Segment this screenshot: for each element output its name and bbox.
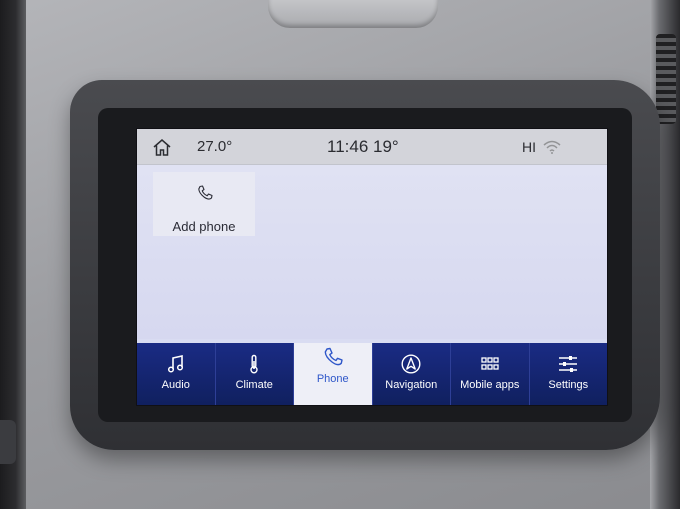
left-control-knob — [0, 420, 16, 464]
phone-content-area: Add phone — [137, 165, 607, 339]
nav-item-climate[interactable]: Climate — [216, 343, 294, 405]
add-phone-button[interactable]: Add phone — [153, 172, 255, 236]
music-note-icon — [166, 354, 186, 374]
thermometer-icon — [244, 354, 264, 374]
nav-item-settings[interactable]: Settings — [530, 343, 608, 405]
nav-label: Settings — [548, 379, 589, 391]
infotainment-screen: 27.0° 11:46 19° HI Add phone Audio Clima… — [136, 128, 608, 406]
phone-icon — [323, 347, 343, 367]
navigation-icon — [401, 354, 421, 374]
add-phone-label: Add phone — [172, 219, 236, 234]
wifi-icon — [543, 140, 561, 154]
air-vent-grille — [656, 34, 676, 124]
apps-grid-icon — [480, 354, 500, 374]
dashboard-vent-slot — [268, 0, 438, 28]
bottom-nav-bar: Audio Climate Phone Navigation Mobile ap… — [137, 343, 607, 405]
nav-label: Navigation — [385, 379, 438, 391]
user-profile[interactable]: HI — [522, 139, 536, 155]
cabin-temperature[interactable]: 27.0° — [197, 138, 232, 155]
outside-temperature: 19° — [373, 137, 399, 156]
nav-label: Climate — [235, 379, 273, 391]
nav-label: Phone — [316, 373, 349, 385]
nav-item-phone[interactable]: Phone — [294, 343, 373, 405]
nav-item-navigation[interactable]: Navigation — [373, 343, 451, 405]
phone-icon — [197, 185, 213, 201]
nav-item-audio[interactable]: Audio — [137, 343, 216, 405]
sliders-icon — [558, 354, 578, 374]
nav-label: Mobile apps — [460, 379, 520, 391]
nav-item-mobile-apps[interactable]: Mobile apps — [451, 343, 530, 405]
nav-label: Audio — [161, 379, 190, 391]
clock: 11:46 — [327, 137, 369, 156]
home-icon[interactable] — [153, 139, 171, 156]
status-bar: 27.0° 11:46 19° HI — [137, 129, 607, 165]
